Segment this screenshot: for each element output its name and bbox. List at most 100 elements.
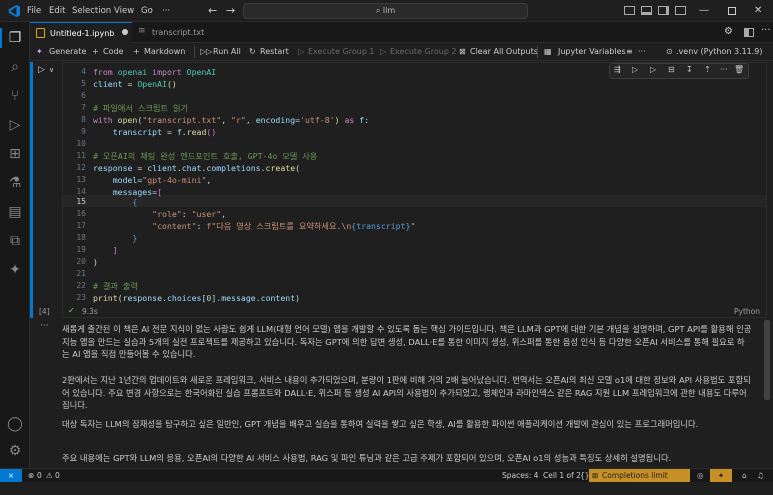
menu-edit[interactable]: Edit — [49, 0, 65, 22]
error-count[interactable]: 0 — [37, 469, 42, 482]
str: "r" — [231, 115, 246, 125]
tab-untitled-notebook[interactable]: Untitled-1.ipynb — [30, 22, 132, 43]
line-number: 22 — [76, 281, 86, 290]
run-all-button[interactable]: Run All — [213, 43, 241, 61]
toggle-panel-icon[interactable] — [641, 6, 652, 15]
line-number: 12 — [76, 163, 86, 172]
toggle-secondary-sidebar-icon[interactable] — [658, 6, 669, 15]
run-debug-icon[interactable]: ▷ — [6, 116, 24, 134]
jupyter-variables-button[interactable]: Jupyter Variables — [558, 43, 626, 61]
fn: open — [112, 115, 138, 125]
testing-icon[interactable]: ⚗ — [6, 174, 24, 192]
menu-view[interactable]: View — [114, 0, 134, 22]
line-number: 7 — [81, 103, 86, 112]
error-icon: ⊗ — [28, 471, 35, 480]
copilot-warning-icon: ⊠ — [592, 471, 599, 480]
notebook-icon[interactable]: ▤ — [6, 203, 24, 221]
menu-file[interactable]: File — [27, 0, 41, 22]
back-arrow-icon[interactable]: ← — [208, 0, 217, 22]
title-bar: File Edit Selection View Go ··· ← → ⌕ ll… — [0, 0, 773, 22]
search-icon[interactable]: ⌕ — [6, 58, 24, 76]
kw: import — [152, 67, 182, 77]
menu-more[interactable]: ··· — [162, 0, 170, 22]
menu-selection[interactable]: Selection — [72, 0, 111, 22]
run-by-line-icon[interactable]: ⇶ — [614, 65, 621, 74]
bell-icon[interactable]: ♫ — [757, 469, 764, 482]
code-paren: ) — [93, 257, 98, 267]
delete-cell-icon[interactable]: 🗑 — [734, 65, 744, 74]
more-actions-icon[interactable]: ··· — [761, 25, 771, 36]
copilot-sparkle-icon[interactable]: ✦ — [6, 261, 24, 279]
indentation[interactable]: Spaces: 4 — [502, 469, 538, 482]
cell-more-icon[interactable]: ··· — [720, 65, 728, 74]
account-icon[interactable]: ◯ — [6, 415, 24, 433]
paren: ) — [334, 115, 345, 125]
active-indicator — [0, 28, 2, 48]
output-paragraph: 대상 독자는 LLM의 잠재성을 탐구하고 싶은 일반인, GPT 개념을 배우… — [62, 419, 699, 429]
remote-icon[interactable]: ⨯ — [0, 469, 22, 482]
close-icon[interactable]: ✕ — [754, 0, 762, 22]
line-number: 4 — [81, 67, 86, 76]
menu-go[interactable]: Go — [141, 0, 153, 22]
join-cell-icon[interactable]: ↧ — [686, 65, 693, 74]
completions-status[interactable]: ⊠ Completions limit reached — [589, 469, 690, 493]
split-cell-icon[interactable]: ⊟ — [668, 65, 675, 74]
python-icon[interactable]: ⧉ — [6, 232, 24, 250]
fn: create — [265, 163, 296, 173]
line-number: 10 — [76, 139, 86, 148]
execute-group-1-button[interactable]: Execute Group 1 — [308, 43, 375, 61]
copilot-icon[interactable]: ◎ — [697, 469, 704, 482]
paren: () — [206, 127, 217, 137]
run-cell-icon[interactable]: ▷ — [38, 65, 45, 75]
warning-count[interactable]: 0 — [55, 469, 60, 482]
cell-position[interactable]: Cell 1 of 2 — [543, 469, 581, 482]
execute-group-2-button[interactable]: Execute Group 2 — [390, 43, 457, 61]
split-editor-icon[interactable] — [744, 28, 754, 37]
unsaved-dot-icon[interactable] — [122, 29, 128, 35]
kernel-picker[interactable]: .venv (Python 3.11.9) — [676, 43, 763, 61]
maximize-icon[interactable] — [728, 7, 736, 15]
code-line: "content": f"다음 영상 스크립트를 요약하세요.\n{transc… — [93, 220, 415, 232]
op: : — [196, 221, 207, 231]
forward-arrow-icon[interactable]: → — [226, 0, 235, 22]
notifications-icon[interactable]: ⌂ — [742, 469, 747, 482]
cell-language[interactable]: Python — [734, 307, 760, 316]
execute-above-icon[interactable]: ▷ — [632, 65, 638, 74]
scrollbar-thumb[interactable] — [764, 320, 770, 400]
arg: model= — [93, 175, 143, 185]
manage-gear-icon[interactable]: ⚙ — [6, 442, 24, 460]
run-options-chevron-icon[interactable]: ∨ — [49, 66, 54, 74]
minimize-icon[interactable]: — — [699, 0, 709, 22]
execute-below-icon[interactable]: ▷ — [650, 65, 656, 74]
tab-transcript[interactable]: ≡ transcript.txt — [132, 22, 224, 43]
op: , — [206, 175, 212, 185]
sparkle-icon: ✦ — [36, 47, 43, 56]
sparkle-status-icon[interactable]: ✦ — [710, 469, 732, 482]
vscode-logo-icon — [8, 5, 20, 17]
extensions-icon[interactable]: ⊞ — [6, 145, 24, 163]
toggle-sidebar-icon[interactable] — [624, 6, 635, 15]
more-icon[interactable]: ··· — [638, 43, 646, 61]
execution-count: [4] — [39, 307, 50, 316]
output-more-icon[interactable]: ··· — [40, 321, 49, 331]
activity-bar: ❐ ⌕ ⑂ ▷ ⊞ ⚗ ▤ ⧉ ✦ ◯ ⚙ — [0, 22, 30, 468]
add-above-icon[interactable]: ⇡ — [704, 65, 711, 74]
code-cell-editor[interactable] — [62, 62, 767, 318]
line-number-current: 15 — [76, 197, 86, 206]
layout-icon[interactable] — [675, 6, 686, 15]
generate-button[interactable]: Generate — [49, 43, 86, 61]
source-control-icon[interactable]: ⑂ — [6, 87, 24, 105]
add-code-button[interactable]: Code — [103, 43, 123, 61]
outline-icon[interactable]: ≡ — [626, 43, 633, 61]
divider — [194, 46, 195, 58]
add-markdown-button[interactable]: Markdown — [144, 43, 185, 61]
code-brace: { — [93, 197, 138, 207]
tab-label: Untitled-1.ipynb — [50, 29, 115, 38]
clear-all-outputs-button[interactable]: Clear All Outputs — [470, 43, 538, 61]
command-center-search[interactable]: ⌕ llm — [243, 3, 528, 19]
var: response — [122, 293, 163, 303]
op: , — [221, 115, 232, 125]
compare-icon[interactable]: ⚙ — [724, 26, 733, 37]
explorer-icon[interactable]: ❐ — [6, 29, 24, 47]
restart-button[interactable]: Restart — [260, 43, 289, 61]
